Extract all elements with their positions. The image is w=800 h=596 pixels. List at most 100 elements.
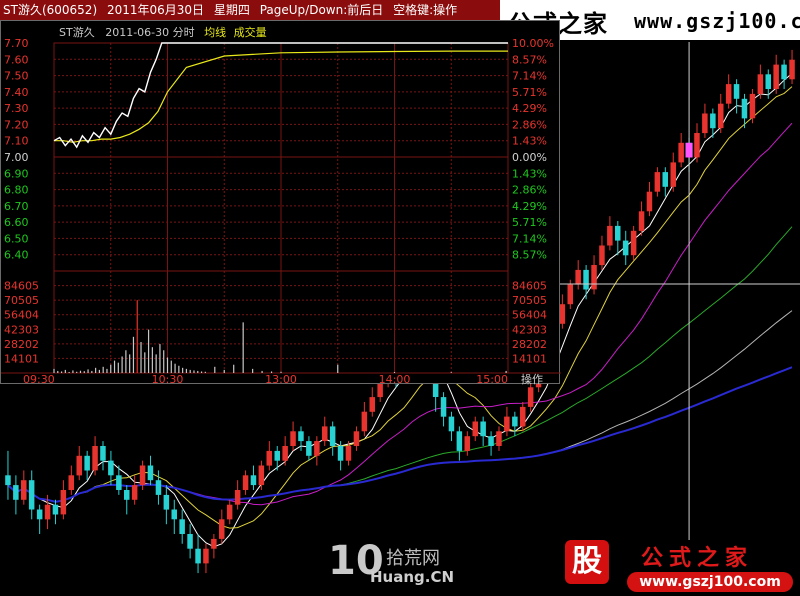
percent-tick-label: 1.43%: [512, 135, 547, 148]
kline-candle: [100, 446, 106, 461]
kline-candle: [92, 446, 98, 471]
price-tick-label: 6.90: [4, 167, 29, 180]
popup-vol-label: 成交量: [233, 26, 267, 39]
kline-candle: [337, 446, 344, 461]
volume-tick-label-right: 42303: [512, 323, 547, 336]
titlebar: ST游久(600652) 2011年06月30日 星期四 PageUp/Down…: [0, 0, 500, 20]
percent-tick-label: 2.86%: [512, 184, 547, 197]
brand-badge: 股: [565, 540, 609, 584]
volume-tick-label-right: 56404: [512, 309, 547, 322]
kline-candle: [702, 113, 708, 134]
kline-candle: [670, 162, 676, 187]
intraday-popup[interactable]: 7.70 7.60 7.50 7.40 7.30 7.20 7.10 7.00 6.90 6.80…: [0, 20, 561, 385]
popup-header: ST游久 2011-06-30 分时 均线 成交量: [59, 24, 267, 40]
ma100-line: [7, 366, 793, 503]
percent-tick-label: 10.00%: [512, 37, 554, 50]
kline-candle: [440, 397, 447, 417]
price-tick-label: 7.70: [4, 37, 29, 50]
percent-tick-label: 5.71%: [512, 86, 547, 99]
watermark-shihuang: 10 拾荒网 Huang.CN: [322, 538, 462, 590]
kline-candle: [329, 426, 336, 446]
kline-candle: [242, 475, 249, 490]
kline-candle: [179, 519, 185, 534]
volume-tick-label-right: 70505: [512, 294, 547, 307]
volume-tick-label-right: 14101: [512, 352, 547, 365]
kline-candle: [512, 416, 518, 427]
brand-bottom-name: 公式之家: [641, 545, 754, 571]
volume-tick-label-right: 28202: [512, 338, 547, 351]
weekday: 星期四: [213, 3, 250, 17]
kline-candle: [480, 421, 486, 437]
kline-candle: [765, 74, 771, 89]
volume-tick-label: 28202: [4, 338, 39, 351]
kline-candle: [781, 64, 787, 80]
kline-candle: [5, 475, 11, 486]
kline-candle: [258, 465, 265, 486]
kline-candle: [195, 548, 201, 564]
time-tick-label: 14:00: [379, 373, 411, 385]
percent-tick-label: 7.14%: [512, 232, 547, 245]
volume-tick-label: 42303: [4, 323, 39, 336]
kline-candle: [187, 534, 193, 549]
watermark-logo-text: 拾荒网: [386, 548, 440, 569]
kline-candle: [60, 490, 67, 515]
percent-tick-label: 1.43%: [512, 167, 547, 180]
kline-candle: [13, 485, 19, 500]
kline-candle: [496, 431, 502, 446]
kline-candle: [749, 93, 756, 119]
kline-candle: [76, 455, 82, 476]
trade-date: 2011年06月30日: [106, 3, 205, 17]
kline-candle: [290, 431, 296, 446]
action-label: 操作: [521, 372, 543, 385]
price-tick-label: 7.60: [4, 53, 29, 66]
kline-candle: [52, 504, 59, 515]
kline-candle: [353, 431, 360, 446]
kline-candle: [108, 460, 114, 476]
volume-tick-label: 56404: [4, 309, 39, 322]
kline-candle: [36, 509, 43, 520]
kline-candle: [638, 211, 645, 231]
brand-top-url: www.gszj100.com: [634, 9, 800, 33]
kline-candle: [662, 172, 668, 187]
volume-tick-label: 14101: [4, 352, 39, 365]
kline-candle: [155, 480, 162, 495]
time-tick-label: 13:00: [265, 373, 297, 385]
time-tick-label: 09:30: [23, 373, 55, 385]
price-tick-label: 7.30: [4, 102, 29, 115]
kline-candle: [646, 191, 653, 212]
volume-tick-label: 70505: [4, 294, 39, 307]
popup-symbol: ST游久: [59, 26, 95, 39]
percent-tick-label: 8.57%: [512, 249, 547, 262]
kline-candle: [464, 436, 470, 451]
kline-candle: [124, 490, 130, 500]
kline-candle: [607, 225, 613, 246]
kline-candle: [630, 230, 637, 256]
volume-tick-label-right: 84605: [512, 280, 547, 293]
kline-candle: [234, 490, 241, 505]
kline-candle: [163, 494, 170, 510]
price-tick-label: 6.60: [4, 216, 29, 229]
kline-candle: [147, 465, 154, 481]
kline-candle: [733, 84, 740, 99]
kline-candle: [28, 480, 35, 510]
price-tick-label: 7.40: [4, 86, 29, 99]
kline-candle: [456, 431, 463, 451]
popup-date: 2011-06-30: [105, 26, 170, 39]
kline-candle: [472, 421, 478, 437]
kline-candle: [725, 84, 732, 104]
stock-name: ST游久(600652): [3, 3, 98, 17]
brand-bottom-url: www.gszj100.com: [627, 572, 793, 592]
kline-candle: [622, 240, 629, 256]
percent-tick-label: 8.57%: [512, 53, 547, 66]
kline-candle: [345, 446, 352, 461]
kline-candle: [171, 509, 177, 520]
price-tick-label: 6.70: [4, 200, 29, 213]
kline-candle: [741, 98, 748, 119]
kline-candle: [369, 397, 375, 412]
kline-candle: [211, 538, 217, 549]
kline-candle: [583, 269, 589, 290]
percent-tick-label: 4.29%: [512, 200, 547, 213]
kline-highlight-candle: [685, 142, 693, 158]
kline-candle: [718, 103, 724, 129]
kline-candle: [654, 172, 661, 192]
